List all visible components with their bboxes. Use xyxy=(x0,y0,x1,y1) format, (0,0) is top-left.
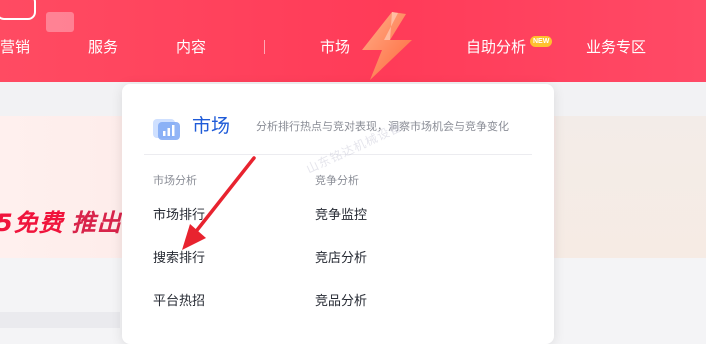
nav-item-self-analysis[interactable]: 自助分析 xyxy=(466,37,526,57)
chart-bars-icon xyxy=(153,119,180,140)
nav-item-business-zone[interactable]: 业务专区 xyxy=(586,37,646,57)
nav-divider xyxy=(264,40,265,54)
nav-item-marketing[interactable]: 营销 xyxy=(0,37,30,57)
new-badge: NEW xyxy=(530,36,553,47)
promo-text-launch: 推出 xyxy=(71,209,122,237)
top-nav-bar: 营销 服务 内容 市场 自助分析 NEW 业务专区 xyxy=(0,0,706,82)
annotation-arrow-icon xyxy=(182,156,256,250)
menu-link-competitor-product[interactable]: 竞品分析 xyxy=(315,293,367,311)
menu-link-platform-hot[interactable]: 平台热招 xyxy=(153,293,205,311)
content-right xyxy=(556,258,706,328)
promo-text: 5免费 推出 xyxy=(0,203,122,238)
lightning-bolt-icon xyxy=(362,12,412,80)
content-card xyxy=(0,312,120,328)
column-heading-competition-analysis: 竞争分析 xyxy=(315,174,359,187)
promo-right-panel xyxy=(556,116,706,258)
menu-link-competitor-store[interactable]: 竞店分析 xyxy=(315,250,367,268)
nav-logo-frame[interactable] xyxy=(0,0,36,20)
dropdown-title: 市场 xyxy=(192,115,231,137)
promo-text-free: 5免费 xyxy=(0,209,64,237)
nav-item-content[interactable]: 内容 xyxy=(176,37,206,57)
menu-link-competition-monitor[interactable]: 竞争监控 xyxy=(315,207,367,225)
nav-item-service[interactable]: 服务 xyxy=(88,37,118,57)
blurred-logo xyxy=(46,12,74,32)
